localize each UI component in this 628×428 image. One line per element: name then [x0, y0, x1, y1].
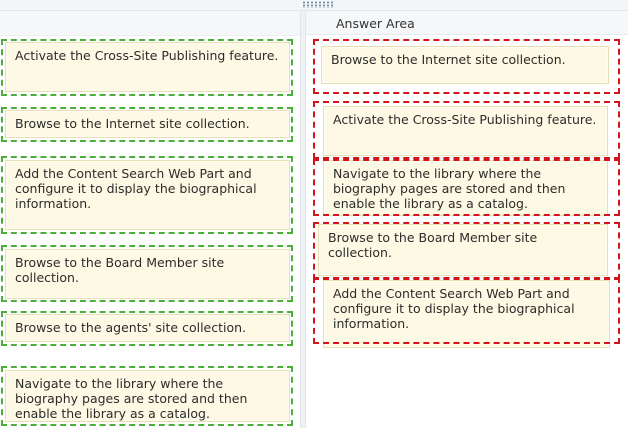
drag-grip-icon[interactable]: [302, 1, 334, 8]
answer-slot-outline: [313, 39, 620, 94]
source-item-outline: [1, 245, 293, 302]
answer-slot-outline: [313, 159, 620, 216]
source-panel-header: [0, 11, 300, 36]
answer-slot-outline: [313, 222, 620, 280]
answer-slot-outline: [313, 277, 620, 344]
source-item-outline: [1, 156, 293, 234]
top-toolbar: [0, 0, 628, 11]
source-item-outline: [1, 311, 293, 346]
answer-area-title: Answer Area: [306, 11, 628, 35]
answer-slot-outline: [313, 101, 620, 159]
source-item-outline: [1, 107, 293, 142]
source-item-outline: [1, 366, 293, 426]
source-item-outline: [1, 39, 293, 96]
